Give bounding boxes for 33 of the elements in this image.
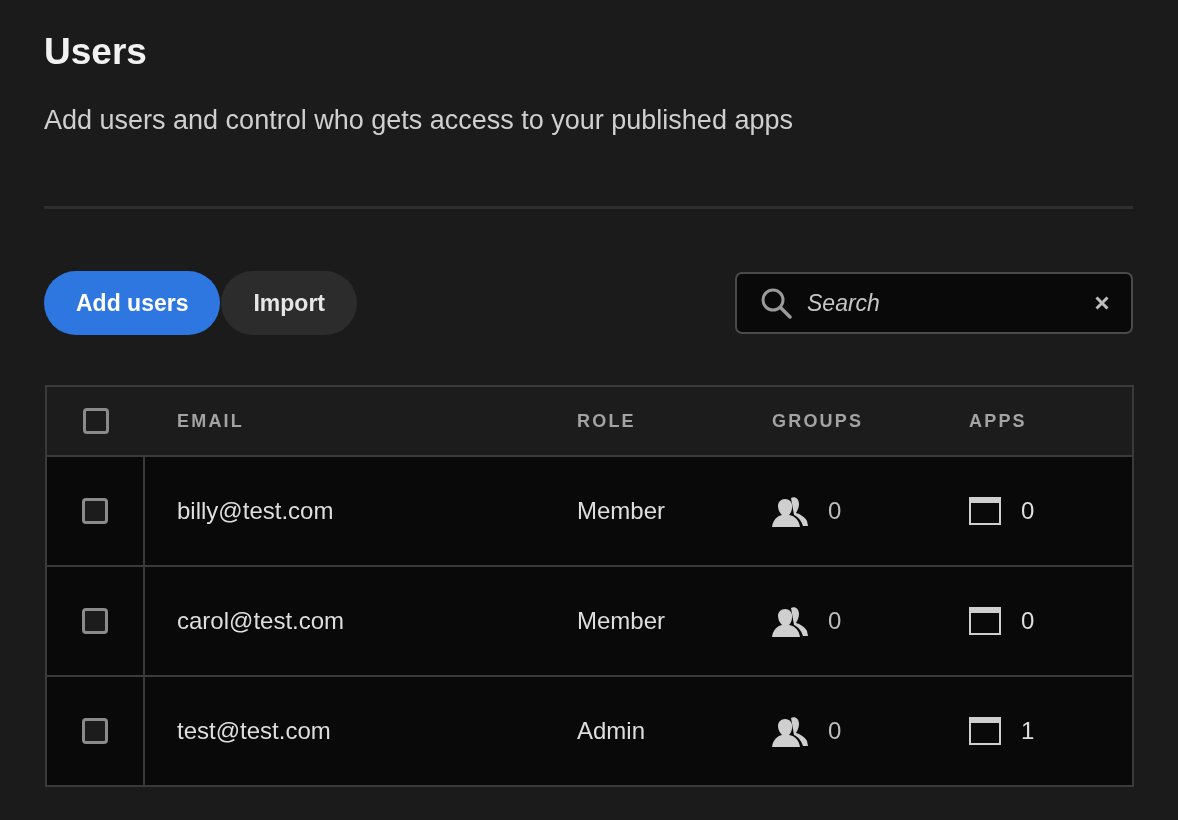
email-cell: carol@test.com — [177, 607, 345, 635]
column-header: APPS — [969, 410, 1027, 432]
role-cell: Admin — [577, 717, 646, 745]
import-button[interactable]: Import — [221, 271, 358, 335]
groups-count: 0 — [828, 497, 842, 525]
checkbox[interactable] — [83, 408, 109, 434]
people-icon — [772, 495, 808, 527]
window-icon — [969, 497, 1001, 525]
close-icon[interactable] — [1095, 296, 1109, 310]
window-icon — [969, 717, 1001, 745]
apps-count: 1 — [1021, 717, 1035, 745]
people-icon — [772, 715, 808, 747]
search-icon — [760, 287, 792, 319]
column-header: EMAIL — [177, 410, 244, 432]
add-users-button[interactable]: Add users — [44, 271, 221, 335]
groups-count: 0 — [828, 717, 842, 745]
apps-count: 0 — [1021, 497, 1035, 525]
search-field[interactable]: Search — [735, 272, 1133, 334]
email-cell: test@test.com — [177, 717, 331, 745]
column-header: ROLE — [577, 410, 636, 432]
apps-count: 0 — [1021, 607, 1035, 635]
page-subtitle: Add users and control who gets access to your published apps — [44, 104, 793, 137]
email-cell: billy@test.com — [177, 497, 334, 525]
groups-count: 0 — [828, 607, 842, 635]
checkbox[interactable] — [82, 608, 108, 634]
page-title: Users — [44, 30, 147, 74]
people-icon — [772, 605, 808, 637]
role-cell: Member — [577, 497, 666, 525]
role-cell: Member — [577, 607, 666, 635]
checkbox[interactable] — [82, 498, 108, 524]
checkbox[interactable] — [82, 718, 108, 744]
column-header: GROUPS — [772, 410, 864, 432]
window-icon — [969, 607, 1001, 635]
